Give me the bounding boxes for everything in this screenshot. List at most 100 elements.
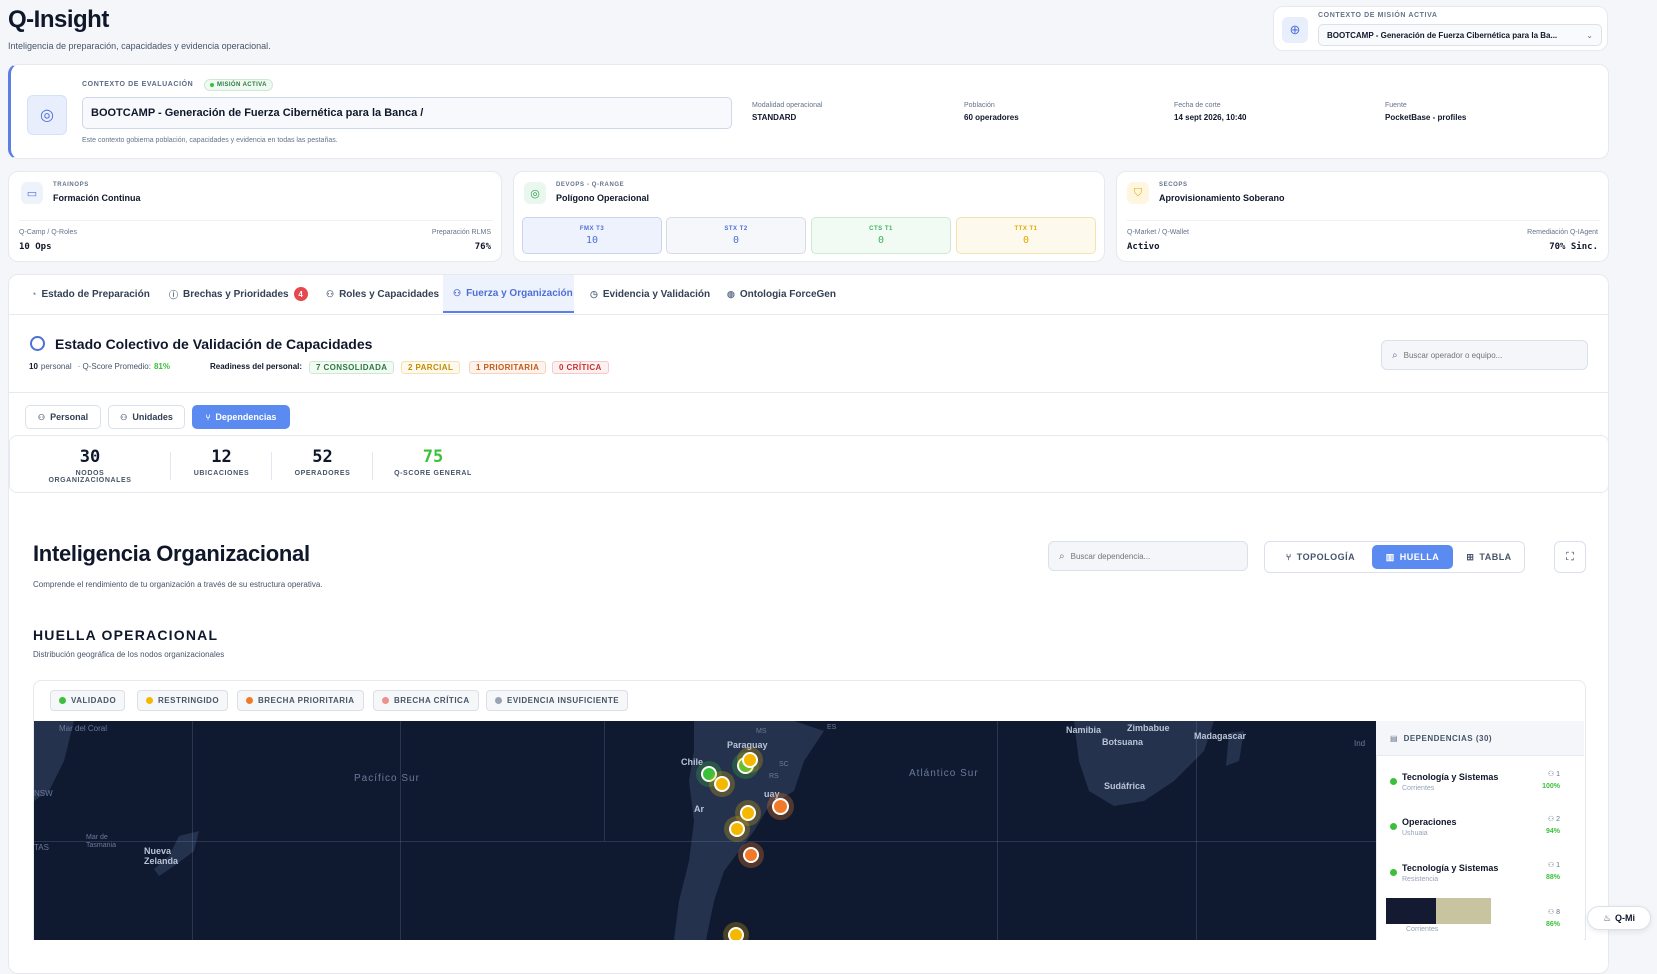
map-canvas[interactable]: Mar del Coral NSW TAS Mar de Tasmania Nu…: [34, 721, 1376, 940]
collective-title: Estado Colectivo de Validación de Capaci…: [55, 336, 373, 352]
shield-icon: ⛉: [1127, 182, 1149, 204]
legend-brecha-critica[interactable]: BRECHA CRÍTICA: [373, 690, 479, 711]
subtab-dependencias[interactable]: ⑂ Dependencias: [192, 405, 290, 429]
field-modalidad: Modalidad operacional STANDARD: [752, 102, 823, 122]
kpi-operadores: 52 OPERADORES: [294, 447, 351, 477]
map-marker-restringido[interactable]: [742, 752, 758, 768]
kpi-qscore: 75 Q-SCORE GENERAL: [394, 447, 472, 477]
evaluation-mission-input[interactable]: BOOTCAMP - Generación de Fuerza Cibernét…: [82, 97, 732, 129]
map-landmass: [34, 721, 1244, 940]
dependency-thumbnail: [1386, 898, 1436, 924]
devops-title: Polígono Operacional: [556, 193, 650, 203]
evaluation-context-card: ◎ CONTEXTO DE EVALUACIÓN MISIÓN ACTIVA B…: [8, 64, 1609, 159]
user-icon: ⚇: [453, 287, 462, 298]
tab-roles-capacidades[interactable]: ⚇ Roles y Capacidades: [326, 275, 439, 313]
operator-search-input[interactable]: [1403, 350, 1574, 360]
dependency-item[interactable]: Tecnología y Sistemas Resistencia ⚇ 1 88…: [1376, 859, 1572, 899]
fullscreen-button[interactable]: ⛶: [1554, 541, 1586, 573]
check-circle-icon: ◷: [590, 288, 598, 299]
field-fecha-corte: Fecha de corte 14 sept 2026, 10:40: [1174, 102, 1247, 122]
dependency-item[interactable]: Operaciones Ushuaia ⚇ 2 94%: [1376, 813, 1572, 853]
branch-icon: ⑂: [205, 412, 211, 422]
legend-evidencia-insuficiente[interactable]: EVIDENCIA INSUFICIENTE: [486, 690, 629, 711]
view-topologia-button[interactable]: ⑂ TOPOLOGÍA: [1272, 545, 1369, 569]
dependency-item[interactable]: Tecnología y Sistemas Corrientes ⚇ 1 100…: [1376, 768, 1572, 808]
subtab-personal[interactable]: ⚇ Personal: [25, 405, 101, 429]
mission-context-card: ⊕ CONTEXTO DE MISIÓN ACTIVA BOOTCAMP - G…: [1273, 6, 1608, 51]
gauge-icon: ◔: [31, 289, 37, 299]
view-huella-button[interactable]: ▥ HUELLA: [1372, 545, 1453, 569]
legend-dot-icon: [146, 697, 153, 704]
status-dot-icon: [1390, 869, 1397, 876]
tab-fuerza-organizacion[interactable]: ⚇ Fuerza y Organización: [443, 275, 574, 313]
trainops-card: ▭ TRAINOPS Formación Continua Q-Camp / Q…: [8, 171, 502, 262]
evaluation-label: CONTEXTO DE EVALUACIÓN: [82, 81, 194, 88]
kpi-nodos: 30 NODOS ORGANIZACIONALES: [48, 447, 132, 484]
chip-prioritaria: 1 PRIORITARIA: [469, 361, 547, 374]
field-fuente: Fuente PocketBase - profiles: [1385, 102, 1467, 122]
field-poblacion: Población 60 operadores: [964, 102, 1019, 122]
brechas-count-badge: 4: [293, 287, 308, 301]
user-icon: ⚇: [1547, 909, 1557, 916]
status-dot-icon: [1390, 778, 1397, 785]
stat-fmx[interactable]: FMX T3 10: [522, 217, 662, 254]
map-icon: ▥: [1385, 551, 1395, 562]
huella-title: HUELLA OPERACIONAL: [33, 627, 219, 643]
table-icon: ⊞: [1466, 551, 1475, 562]
tab-estado-preparacion[interactable]: ◔ Estado de Preparación: [31, 275, 150, 313]
chip-critica: 0 CRÍTICA: [552, 361, 609, 374]
mission-context-select[interactable]: BOOTCAMP - Generación de Fuerza Cibernét…: [1318, 24, 1602, 46]
legend-restringido[interactable]: RESTRINGIDO: [137, 690, 229, 711]
map-marker-restringido[interactable]: [729, 821, 745, 837]
target-icon: ⊕: [1282, 17, 1308, 43]
search-icon: ⌕: [1059, 550, 1065, 562]
legend-validado[interactable]: VALIDADO: [50, 690, 126, 711]
stat-ttx[interactable]: TTX T1 0: [956, 217, 1096, 254]
user-icon: ⚇: [37, 412, 46, 422]
map-marker-restringido[interactable]: [714, 776, 730, 792]
globe-icon: ◍: [727, 288, 735, 299]
huella-subtitle: Distribución geográfica de los nodos org…: [33, 650, 225, 659]
collective-icon: [30, 336, 45, 351]
collective-summary: 10 personal · Q-Score Promedio: 81%: [29, 362, 170, 371]
assistant-button[interactable]: ♨ Q-Mi: [1587, 906, 1651, 930]
dependency-item[interactable]: Corrientes ⚇ 8 86%: [1376, 898, 1572, 938]
tab-brechas-prioridades[interactable]: ⓘ Brechas y Prioridades 4: [169, 275, 308, 313]
org-intel-title: Inteligencia Organizacional: [33, 541, 310, 566]
status-dot-icon: [210, 83, 214, 87]
dependency-search[interactable]: ⌕: [1048, 541, 1248, 571]
trainops-title: Formación Continua: [53, 193, 141, 203]
trainops-prep-value: 76%: [474, 242, 491, 252]
tab-ontologia-forcegen[interactable]: ◍ Ontologia ForceGen: [727, 275, 836, 313]
evaluation-note: Este contexto gobierna población, capaci…: [82, 137, 338, 144]
legend-brecha-prioritaria[interactable]: BRECHA PRIORITARIA: [237, 690, 364, 711]
chip-parcial: 2 PARCIAL: [401, 361, 461, 374]
trainops-ops-value: 10 Ops: [19, 242, 52, 252]
operator-search[interactable]: ⌕: [1381, 340, 1588, 370]
kpi-ubicaciones: 12 UBICACIONES: [193, 447, 250, 477]
map-marker-brecha-prioritaria[interactable]: [743, 847, 759, 863]
map-marker-brecha-prioritaria[interactable]: [772, 798, 789, 815]
dependency-thumbnail: [1436, 898, 1491, 924]
map-marker-restringido[interactable]: [740, 805, 756, 821]
expand-icon: ⛶: [1566, 550, 1574, 563]
users-icon: ⚇: [326, 288, 335, 299]
view-tabla-button[interactable]: ⊞ TABLA: [1456, 545, 1522, 569]
tab-evidencia-validacion[interactable]: ◷ Evidencia y Validación: [590, 275, 710, 313]
org-intel-subtitle: Comprende el rendimiento de tu organizac…: [33, 580, 323, 589]
dependency-search-input[interactable]: [1070, 551, 1231, 561]
stat-cts[interactable]: CTS T1 0: [811, 217, 951, 254]
stat-stx[interactable]: STX T2 0: [666, 217, 806, 254]
user-icon: ⚇: [1547, 771, 1557, 778]
branch-icon: ⑂: [1285, 552, 1292, 562]
secops-sync-value: 70% Sinc.: [1549, 242, 1598, 252]
users-icon: ⚇: [120, 412, 128, 422]
legend-dot-icon: [382, 697, 389, 704]
subtab-unidades[interactable]: ⚇ Unidades: [108, 405, 185, 429]
map-marker-restringido[interactable]: [728, 927, 744, 940]
user-icon: ⚇: [1547, 862, 1557, 869]
book-icon: ▭: [21, 182, 43, 204]
status-dot-icon: [1390, 823, 1397, 830]
secops-status-value: Activo: [1127, 242, 1160, 252]
gauge-icon: ◎: [27, 95, 67, 135]
